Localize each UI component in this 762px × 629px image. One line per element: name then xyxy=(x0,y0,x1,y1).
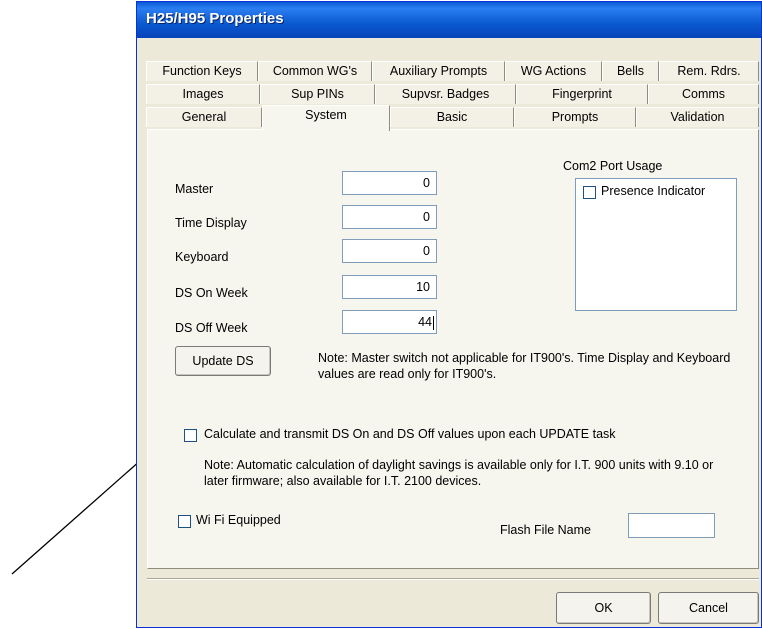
tab-bells[interactable]: Bells xyxy=(602,61,659,81)
properties-dialog: H25/H95 Properties Function Keys Common … xyxy=(136,1,762,628)
footer-separator xyxy=(147,578,759,580)
tab-rem-rdrs[interactable]: Rem. Rdrs. xyxy=(659,61,759,81)
calc-note: Note: Automatic calculation of daylight … xyxy=(204,458,714,488)
calc-ds-label: Calculate and transmit DS On and DS Off … xyxy=(204,427,616,441)
window-title: H25/H95 Properties xyxy=(146,10,284,27)
tab-comms[interactable]: Comms xyxy=(648,84,759,104)
tab-system[interactable]: System xyxy=(262,105,390,131)
wifi-equipped-label: Wi Fi Equipped xyxy=(196,513,281,527)
keyboard-label: Keyboard xyxy=(175,250,229,264)
presence-indicator-checkbox[interactable] xyxy=(583,186,596,199)
tab-fingerprint[interactable]: Fingerprint xyxy=(516,84,648,104)
calc-ds-checkbox[interactable] xyxy=(184,429,197,442)
tab-validation[interactable]: Validation xyxy=(636,107,759,127)
master-field[interactable]: 0 xyxy=(342,171,437,195)
ok-button[interactable]: OK xyxy=(556,592,651,624)
presence-indicator-label: Presence Indicator xyxy=(601,184,706,198)
wifi-equipped-checkbox[interactable] xyxy=(178,515,191,528)
tab-auxiliary-prompts[interactable]: Auxiliary Prompts xyxy=(372,61,505,81)
tab-prompts[interactable]: Prompts xyxy=(514,107,636,127)
text-cursor xyxy=(433,315,434,330)
cancel-button[interactable]: Cancel xyxy=(658,592,759,624)
tab-sup-pins[interactable]: Sup PINs xyxy=(260,84,375,104)
tab-wg-actions[interactable]: WG Actions xyxy=(505,61,602,81)
title-bar[interactable]: H25/H95 Properties xyxy=(137,2,761,38)
tab-basic[interactable]: Basic xyxy=(390,107,514,127)
keyboard-field[interactable]: 0 xyxy=(342,239,437,263)
tab-supvsr-badges[interactable]: Supvsr. Badges xyxy=(375,84,516,104)
time-display-label: Time Display xyxy=(175,216,247,230)
master-label: Master xyxy=(175,182,214,196)
tab-general[interactable]: General xyxy=(146,107,262,127)
master-note: Note: Master switch not applicable for I… xyxy=(318,351,731,381)
tab-images[interactable]: Images xyxy=(146,84,260,104)
ds-off-week-field[interactable]: 44 xyxy=(342,310,437,334)
com2-port-usage-label: Com2 Port Usage xyxy=(563,159,663,173)
flash-file-name-label: Flash File Name xyxy=(500,523,591,537)
tab-function-keys[interactable]: Function Keys xyxy=(146,61,258,81)
ds-off-week-label: DS Off Week xyxy=(175,321,248,335)
ds-off-week-value: 44 xyxy=(418,315,432,329)
tab-common-wgs[interactable]: Common WG's xyxy=(258,61,372,81)
update-ds-button[interactable]: Update DS xyxy=(175,346,271,376)
flash-file-name-field[interactable] xyxy=(628,513,715,538)
com2-port-list: Presence Indicator xyxy=(575,178,737,311)
system-tab-panel: Master 0 Time Display 0 Keyboard 0 DS On… xyxy=(147,129,759,569)
ds-on-week-field[interactable]: 10 xyxy=(342,275,437,299)
ds-on-week-label: DS On Week xyxy=(175,286,248,300)
time-display-field[interactable]: 0 xyxy=(342,205,437,229)
